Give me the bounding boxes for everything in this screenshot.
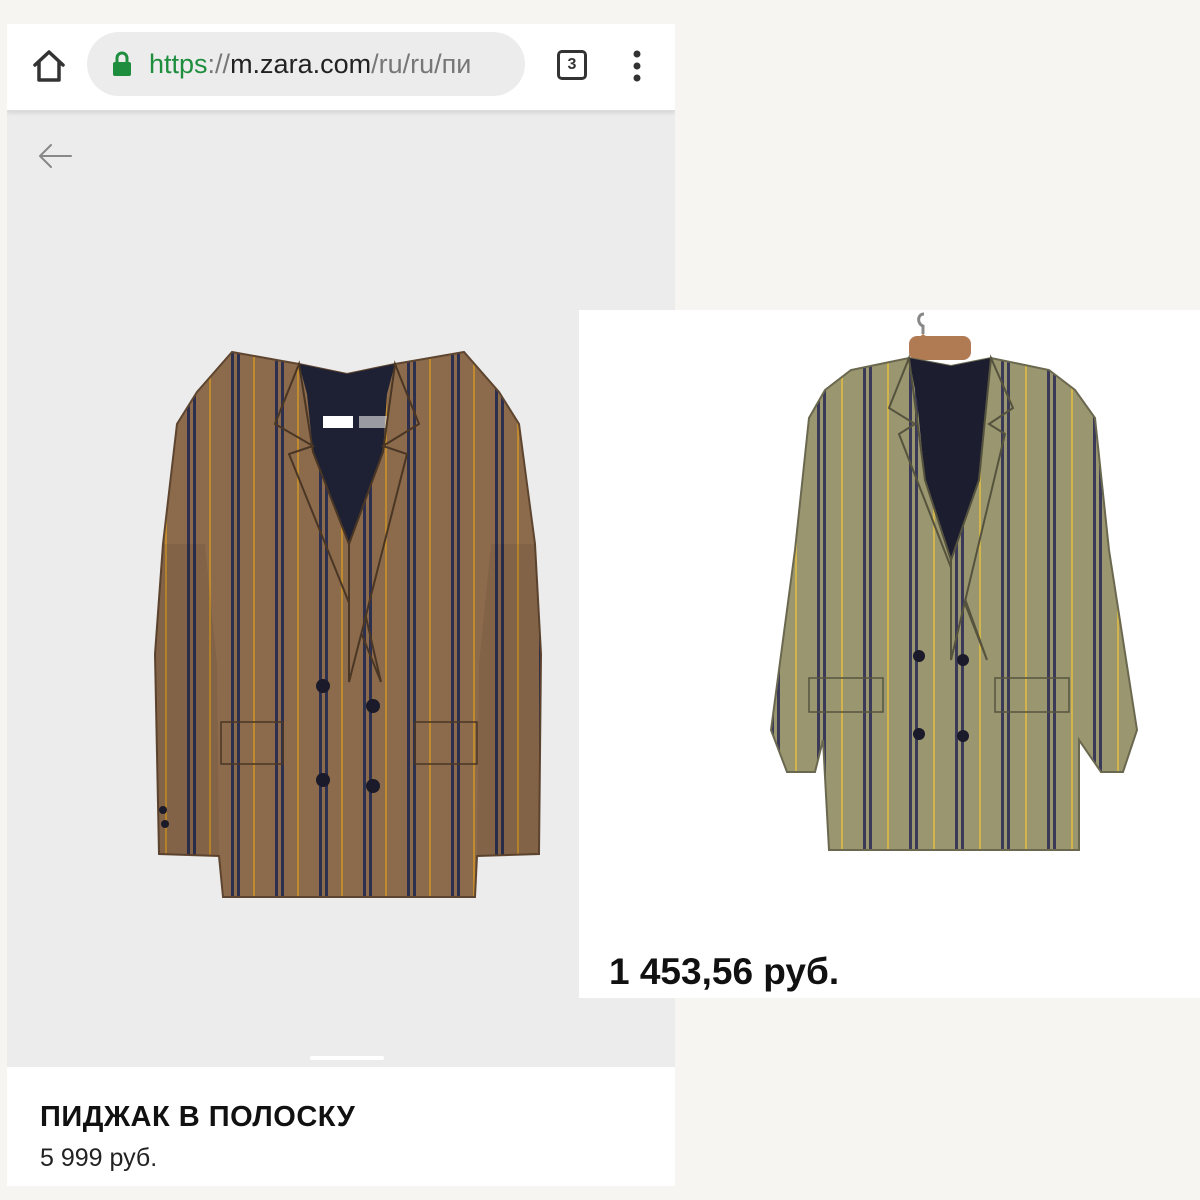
url-scheme: https [149, 49, 208, 79]
url-separator: :// [207, 49, 231, 79]
product-price: 5 999 руб. [40, 1144, 158, 1172]
more-vert-icon [633, 50, 641, 82]
arrow-back-icon [39, 144, 72, 168]
home-icon [33, 50, 65, 82]
comparison-price: 1 453,56 руб. [609, 951, 840, 992]
address-bar[interactable]: https://m.zara.com/ru/ru/пи [87, 32, 525, 96]
browser-toolbar: https://m.zara.com/ru/ru/пи 3 [7, 24, 675, 111]
url-host: m.zara.com [230, 49, 372, 79]
product-title: ПИДЖАК В ПОЛОСКУ [40, 1101, 356, 1133]
tabs-icon: 3 [557, 50, 587, 80]
image-scroll-indicator [310, 1056, 384, 1060]
tab-switcher-button[interactable]: 3 [555, 48, 591, 84]
product-image[interactable] [137, 334, 557, 914]
browser-menu-button[interactable] [625, 46, 649, 86]
product-info-panel: ПИДЖАК В ПОЛОСКУ 5 999 руб. [7, 1067, 675, 1186]
comparison-product-image [769, 312, 1139, 851]
phone-screenshot: https://m.zara.com/ru/ru/пи 3 ПИДЖАК В П… [7, 24, 675, 1186]
comparison-card: 1 453,56 руб. [579, 310, 1200, 998]
url-text[interactable]: https://m.zara.com/ru/ru/пи [149, 48, 515, 80]
back-button[interactable] [35, 140, 75, 172]
lock-icon [113, 51, 131, 76]
home-button[interactable] [29, 46, 69, 86]
url-path: /ru/ru/пи [371, 49, 472, 79]
